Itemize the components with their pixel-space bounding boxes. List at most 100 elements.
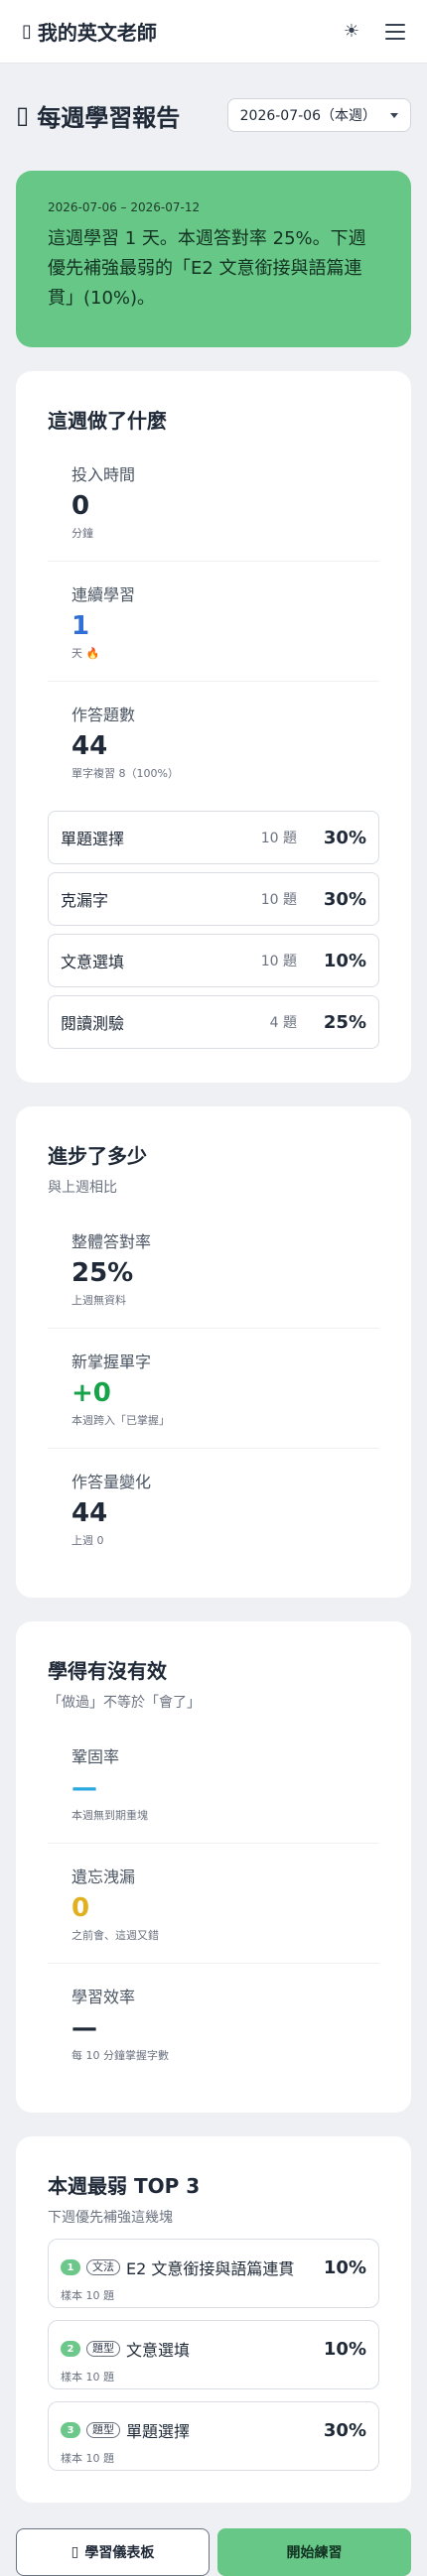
stat-forgetting: 遺忘洩漏 0 之前會、這週又錯 [48, 1844, 379, 1964]
stat-value: 44 [71, 731, 108, 761]
summary-text: 這週學習 1 天。本週答對率 25%。下週優先補強最弱的「E2 文意銜接與語篇連… [48, 228, 366, 309]
effectiveness-subtitle: 「做過」不等於「會了」 [48, 1695, 201, 1711]
question-type-name: 克漏字 [61, 891, 109, 910]
weak-item-name: E2 文意銜接與語篇連貫 [126, 2259, 295, 2278]
question-type-row[interactable]: 文意選填 10 題 10% [48, 934, 379, 987]
weak-item[interactable]: 2 題型 文意選填 10% 樣本 10 題 [48, 2320, 379, 2389]
stat-label: 鞏固率 [71, 1747, 120, 1766]
summary-banner: 2026-07-06 – 2026-07-12 這週學習 1 天。本週答對率 2… [16, 171, 411, 347]
weak-item-name: 文意選填 [126, 2341, 191, 2360]
menu-icon[interactable] [385, 23, 405, 40]
week-select[interactable]: 2026-07-06（本週） [226, 98, 411, 132]
stat-value: 0 [71, 491, 90, 521]
rank-badge: 2 [61, 2341, 80, 2357]
stat-note: 天 🔥 [71, 647, 100, 660]
menu-bar [385, 30, 405, 33]
stat-note: 本週無到期重塊 [71, 1809, 148, 1822]
weak-item-accuracy: 10% [323, 2256, 366, 2278]
stat-efficiency: 學習效率 — 每 10 分鐘掌握字數 [48, 1964, 379, 2083]
weakest-subtitle: 下週優先補強這幾塊 [48, 2210, 173, 2226]
question-type-row[interactable]: 克漏字 10 題 30% [48, 872, 379, 926]
app-title: 我的英文老師 [37, 21, 157, 45]
question-type-accuracy: 30% [323, 888, 366, 910]
top-bar: ▯ 我的英文老師 ☀ [0, 0, 427, 64]
stat-note: 本週跨入「已掌握」 [71, 1414, 170, 1427]
weakest-card: 本週最弱 TOP 3 下週優先補強這幾塊 1 文法 E2 文意銜接與語篇連貫 1… [16, 2136, 411, 2503]
category-tag: 文法 [86, 2259, 120, 2275]
stat-value: 0 [71, 1893, 90, 1923]
dashboard-button[interactable]: ▯ 學習儀表板 [16, 2528, 210, 2576]
stat-note: 上週無資料 [71, 1294, 126, 1307]
category-tag: 題型 [86, 2422, 120, 2438]
effectiveness-title: 學得有沒有效 [48, 1659, 167, 1683]
activity-title: 這週做了什麼 [48, 409, 167, 433]
menu-bar [385, 23, 405, 26]
weak-item[interactable]: 3 題型 單題選擇 30% 樣本 10 題 [48, 2401, 379, 2471]
stat-value: 44 [71, 1498, 108, 1528]
activity-stats: 投入時間 0 分鐘 連續學習 1 天 🔥 作答題數 44 單字複習 8（100%… [48, 442, 379, 801]
weakest-list: 1 文法 E2 文意銜接與語篇連貫 10% 樣本 10 題 2 題型 文意選填 … [48, 2239, 379, 2471]
stat-volume-change: 作答量變化 44 上週 0 [48, 1449, 379, 1568]
chevron-down-icon [390, 112, 398, 118]
page-title-text: 每週學習報告 [37, 103, 181, 132]
stat-streak: 連續學習 1 天 🔥 [48, 562, 379, 682]
question-type-count: 10 題 [260, 831, 297, 846]
progress-card: 進步了多少 與上週相比 整體答對率 25% 上週無資料 新掌握單字 +0 本週跨… [16, 1106, 411, 1598]
stat-value: 1 [71, 611, 90, 641]
weak-item-sample: 樣本 10 題 [61, 2371, 114, 2383]
effectiveness-card: 學得有沒有效 「做過」不等於「會了」 鞏固率 — 本週無到期重塊 遺忘洩漏 0 … [16, 1621, 411, 2113]
theme-toggle-sun-icon[interactable]: ☀ [344, 21, 359, 42]
stat-note: 之前會、這週又錯 [71, 1929, 159, 1942]
activity-card: 這週做了什麼 投入時間 0 分鐘 連續學習 1 天 🔥 作答題數 44 單字複習… [16, 371, 411, 1083]
question-type-name: 閱讀測驗 [61, 1014, 125, 1033]
weak-item-accuracy: 30% [323, 2419, 366, 2441]
weak-item-accuracy: 10% [323, 2338, 366, 2360]
question-type-name: 單題選擇 [61, 830, 125, 848]
book-icon: ▯ [22, 21, 32, 42]
stat-label: 遺忘洩漏 [71, 1868, 136, 1886]
stat-label: 連續學習 [71, 585, 136, 604]
progress-subtitle: 與上週相比 [48, 1180, 117, 1196]
effectiveness-stats: 鞏固率 — 本週無到期重塊 遺忘洩漏 0 之前會、這週又錯 學習效率 — 每 1… [48, 1724, 379, 2083]
summary-date-range: 2026-07-06 – 2026-07-12 [48, 200, 201, 214]
progress-title: 進步了多少 [48, 1144, 147, 1168]
stat-time: 投入時間 0 分鐘 [48, 442, 379, 562]
weak-item-header: 3 題型 單題選擇 30% [61, 2418, 366, 2442]
stat-value: — [71, 1773, 97, 1803]
app-brand[interactable]: ▯ 我的英文老師 [22, 17, 157, 46]
weakest-title: 本週最弱 TOP 3 [48, 2174, 201, 2198]
menu-bar [385, 37, 405, 40]
week-select-value: 2026-07-06（本週） [239, 108, 376, 124]
stat-label: 投入時間 [71, 465, 136, 484]
progress-stats: 整體答對率 25% 上週無資料 新掌握單字 +0 本週跨入「已掌握」 作答量變化… [48, 1209, 379, 1568]
stat-accuracy: 整體答對率 25% 上週無資料 [48, 1209, 379, 1329]
stat-label: 學習效率 [71, 1988, 136, 2006]
stat-value: 25% [71, 1258, 134, 1288]
stat-answered: 作答題數 44 單字複習 8（100%） [48, 682, 379, 801]
stat-value: +0 [71, 1378, 111, 1408]
rank-badge: 1 [61, 2259, 80, 2275]
question-type-count: 10 題 [260, 954, 297, 969]
question-type-row[interactable]: 閱讀測驗 4 題 25% [48, 995, 379, 1049]
rank-badge: 3 [61, 2422, 80, 2438]
stat-new-words: 新掌握單字 +0 本週跨入「已掌握」 [48, 1329, 379, 1449]
stat-value: — [71, 2013, 97, 2043]
question-type-accuracy: 25% [323, 1011, 366, 1033]
dashboard-icon: ▯ [71, 2544, 79, 2560]
question-type-name: 文意選填 [61, 953, 125, 971]
category-tag: 題型 [86, 2341, 120, 2357]
question-type-count: 4 題 [269, 1015, 297, 1031]
page-title: ▯ 每週學習報告 [16, 98, 180, 133]
bottom-actions: ▯ 學習儀表板 開始練習 [16, 2528, 411, 2576]
weak-item-sample: 樣本 10 題 [61, 2452, 114, 2465]
start-practice-button[interactable]: 開始練習 [217, 2528, 411, 2576]
weak-item[interactable]: 1 文法 E2 文意銜接與語篇連貫 10% 樣本 10 題 [48, 2239, 379, 2308]
topbar-actions: ☀ [344, 21, 405, 42]
stat-label: 整體答對率 [71, 1232, 152, 1251]
question-type-row[interactable]: 單題選擇 10 題 30% [48, 811, 379, 864]
weak-item-sample: 樣本 10 題 [61, 2289, 114, 2302]
stat-retention: 鞏固率 — 本週無到期重塊 [48, 1724, 379, 1844]
report-icon: ▯ [16, 101, 30, 129]
question-type-count: 10 題 [260, 892, 297, 908]
stat-note: 分鐘 [71, 527, 93, 540]
